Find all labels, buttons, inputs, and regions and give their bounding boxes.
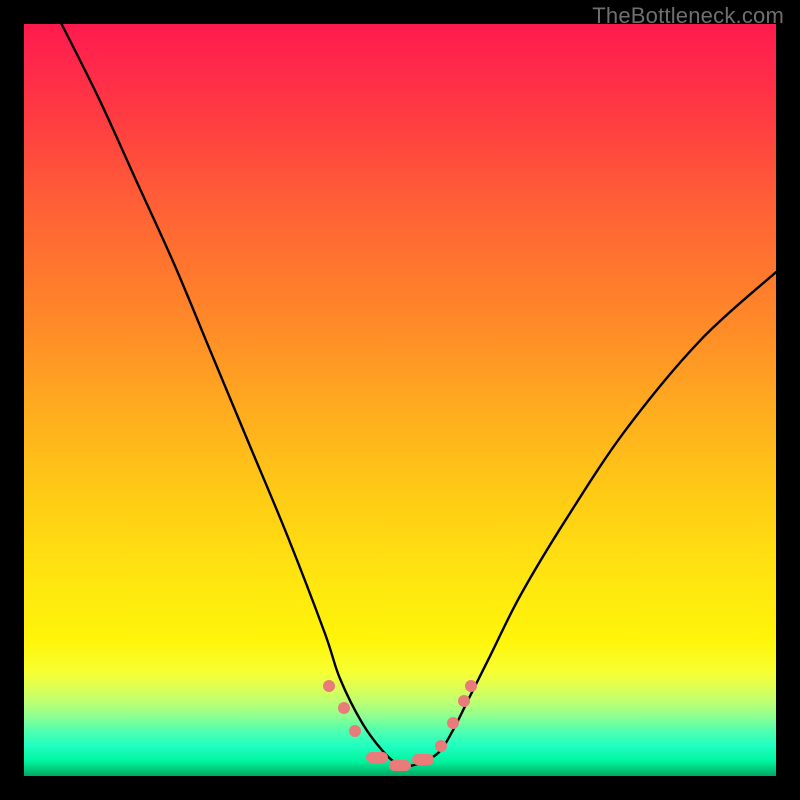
data-marker (323, 680, 335, 692)
data-marker (366, 752, 388, 763)
plot-area (24, 24, 776, 776)
data-markers (24, 24, 776, 776)
watermark-text: TheBottleneck.com (592, 3, 784, 29)
data-marker (349, 725, 361, 737)
data-marker (465, 680, 477, 692)
data-marker (458, 695, 470, 707)
data-marker (338, 702, 350, 714)
chart-frame: TheBottleneck.com (0, 0, 800, 800)
data-marker (412, 754, 434, 765)
data-marker (447, 717, 459, 729)
data-marker (435, 740, 447, 752)
data-marker (389, 760, 411, 771)
